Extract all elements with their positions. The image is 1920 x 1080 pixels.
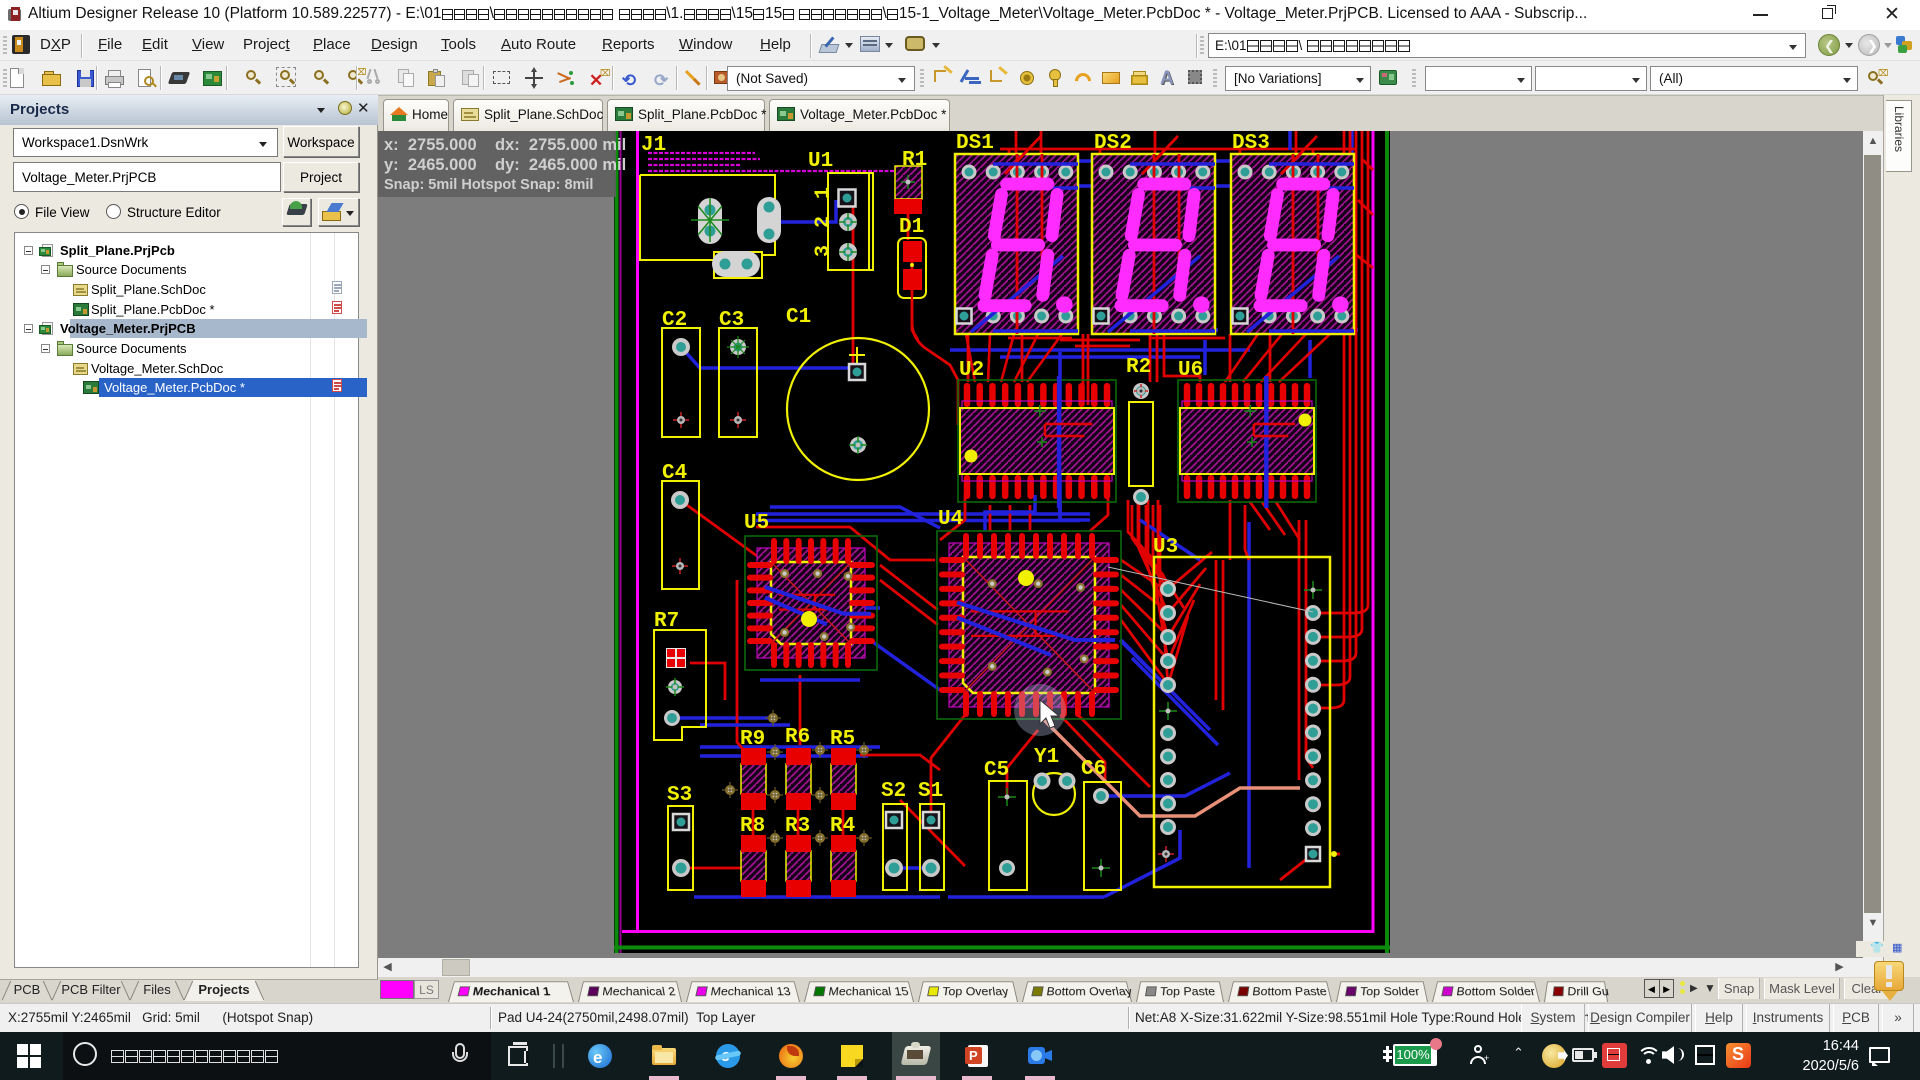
svg-text:R4: R4: [830, 815, 855, 838]
svg-text:S1: S1: [918, 780, 943, 803]
svg-text:R3: R3: [785, 815, 810, 838]
svg-text:U4: U4: [938, 508, 963, 531]
svg-text:S3: S3: [667, 784, 692, 807]
svg-text:DS1: DS1: [956, 132, 994, 155]
svg-text:R9: R9: [740, 728, 765, 751]
svg-text:S2: S2: [881, 780, 906, 803]
svg-text:U3: U3: [1153, 536, 1178, 559]
svg-text:U5: U5: [744, 512, 769, 535]
svg-text:U2: U2: [959, 359, 984, 382]
svg-text:R2: R2: [1126, 356, 1151, 379]
svg-text:DS3: DS3: [1232, 132, 1270, 155]
svg-text:C6: C6: [1081, 758, 1106, 781]
svg-text:R5: R5: [830, 728, 855, 751]
svg-text:C5: C5: [984, 759, 1009, 782]
svg-text:U1: U1: [808, 150, 833, 173]
svg-text:2: 2: [812, 216, 835, 228]
svg-text:R6: R6: [785, 726, 810, 749]
svg-text:DS2: DS2: [1094, 132, 1132, 155]
svg-text:3: 3: [812, 245, 835, 257]
svg-text:Y1: Y1: [1034, 746, 1059, 769]
svg-text:R8: R8: [740, 815, 765, 838]
svg-text:U6: U6: [1178, 359, 1203, 382]
svg-text:D1: D1: [899, 216, 924, 239]
svg-text:C1: C1: [786, 306, 811, 329]
svg-text:1: 1: [812, 187, 835, 199]
